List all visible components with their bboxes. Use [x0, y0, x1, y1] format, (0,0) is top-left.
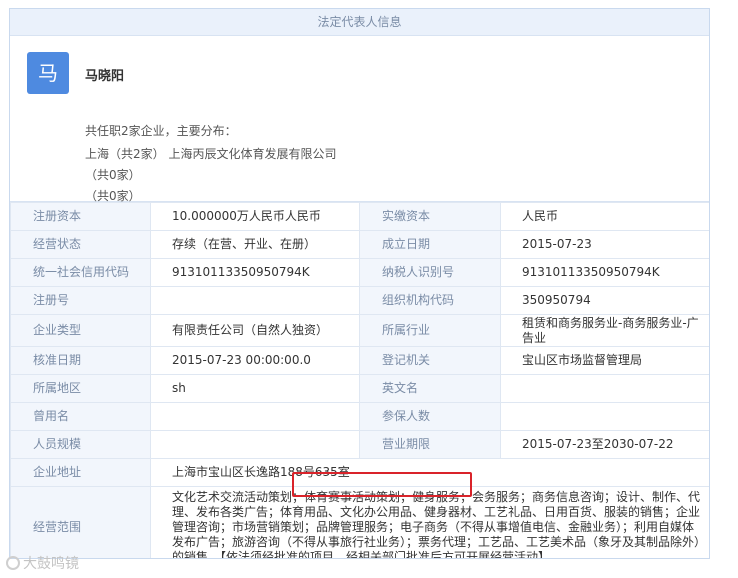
person-summary: 共任职2家企业，主要分布：	[85, 124, 237, 138]
table-row: 所属地区 sh 英文名	[10, 374, 709, 403]
field-label: 组织机构代码	[359, 286, 501, 315]
business-scope-cell: 文化艺术交流活动策划；体育赛事活动策划；健身服务；会务服务；商务信息咨询；设计、…	[150, 486, 709, 559]
field-value: 2015-07-23	[500, 230, 709, 259]
distribution-region: （共0家）	[85, 189, 141, 203]
field-label: 实缴资本	[359, 202, 501, 231]
field-value: 2015-07-23 00:00:00.0	[150, 346, 360, 375]
field-value: 人民币	[500, 202, 709, 231]
field-value: 2015-07-23至2030-07-22	[500, 430, 709, 459]
table-row: 统一社会信用代码 91310113350950794K 纳税人识别号 91310…	[10, 258, 709, 287]
distribution-item: （共0家）	[85, 167, 141, 183]
field-value: 存续（在营、开业、在册）	[150, 230, 360, 259]
distribution-region: 上海（共2家）	[85, 147, 165, 161]
field-label: 成立日期	[359, 230, 501, 259]
field-value	[150, 430, 360, 459]
field-value: 91310113350950794K	[150, 258, 360, 287]
field-value: 10.000000万人民币人民币	[150, 202, 360, 231]
table-row: 经营范围 文化艺术交流活动策划；体育赛事活动策划；健身服务；会务服务；商务信息咨…	[10, 486, 709, 559]
field-value: 租赁和商务服务业-商务服务业-广告业	[500, 314, 709, 347]
field-label: 注册号	[10, 286, 151, 315]
table-row: 注册资本 10.000000万人民币人民币 实缴资本 人民币	[10, 202, 709, 231]
field-value: 有限责任公司（自然人独资）	[150, 314, 360, 347]
section-title: 法定代表人信息	[10, 9, 709, 36]
field-label: 纳税人识别号	[359, 258, 501, 287]
field-value	[150, 286, 360, 315]
watermark: 大鼓鸣镜	[6, 553, 79, 573]
field-value: 宝山区市场监督管理局	[500, 346, 709, 375]
field-label: 经营范围	[10, 486, 151, 558]
field-label: 曾用名	[10, 402, 151, 431]
person-card: 马 马晓阳 共任职2家企业，主要分布： 上海（共2家） 上海丙辰文化体育发展有限…	[10, 36, 709, 204]
field-label: 人员规模	[10, 430, 151, 459]
avatar: 马	[27, 52, 69, 94]
watermark-text: 大鼓鸣镜	[23, 556, 79, 572]
field-label: 企业地址	[10, 458, 151, 487]
table-row: 经营状态 存续（在营、开业、在册） 成立日期 2015-07-23	[10, 230, 709, 259]
field-value: 91310113350950794K	[500, 258, 709, 287]
field-label: 登记机关	[359, 346, 501, 375]
table-row: 核准日期 2015-07-23 00:00:00.0 登记机关 宝山区市场监督管…	[10, 346, 709, 375]
field-label: 参保人数	[359, 402, 501, 431]
table-row: 注册号 组织机构代码 350950794	[10, 286, 709, 315]
watermark-logo-icon	[6, 556, 20, 570]
field-value	[150, 402, 360, 431]
business-scope-text: 文化艺术交流活动策划；体育赛事活动策划；健身服务；会务服务；商务信息咨询；设计、…	[172, 490, 701, 559]
distribution-item: （共0家）	[85, 188, 141, 204]
table-row: 曾用名 参保人数	[10, 402, 709, 431]
field-label: 企业类型	[10, 314, 151, 347]
field-value: 350950794	[500, 286, 709, 315]
person-name[interactable]: 马晓阳	[85, 65, 124, 84]
highlight-annotation	[292, 472, 472, 497]
field-label: 所属行业	[359, 314, 501, 347]
field-value	[500, 374, 709, 403]
table-row: 人员规模 营业期限 2015-07-23至2030-07-22	[10, 430, 709, 459]
field-label: 所属地区	[10, 374, 151, 403]
distribution-region: （共0家）	[85, 168, 141, 182]
field-label: 营业期限	[359, 430, 501, 459]
field-label: 英文名	[359, 374, 501, 403]
field-value: sh	[150, 374, 360, 403]
distribution-item: 上海（共2家） 上海丙辰文化体育发展有限公司	[85, 146, 336, 162]
business-info-table: 注册资本 10.000000万人民币人民币 实缴资本 人民币 经营状态 存续（在…	[10, 202, 709, 559]
field-value	[500, 402, 709, 431]
field-label: 统一社会信用代码	[10, 258, 151, 287]
company-link[interactable]: 上海丙辰文化体育发展有限公司	[168, 147, 336, 161]
field-label: 经营状态	[10, 230, 151, 259]
table-row: 企业类型 有限责任公司（自然人独资） 所属行业 租赁和商务服务业-商务服务业-广…	[10, 314, 709, 347]
field-label: 核准日期	[10, 346, 151, 375]
field-label: 注册资本	[10, 202, 151, 231]
